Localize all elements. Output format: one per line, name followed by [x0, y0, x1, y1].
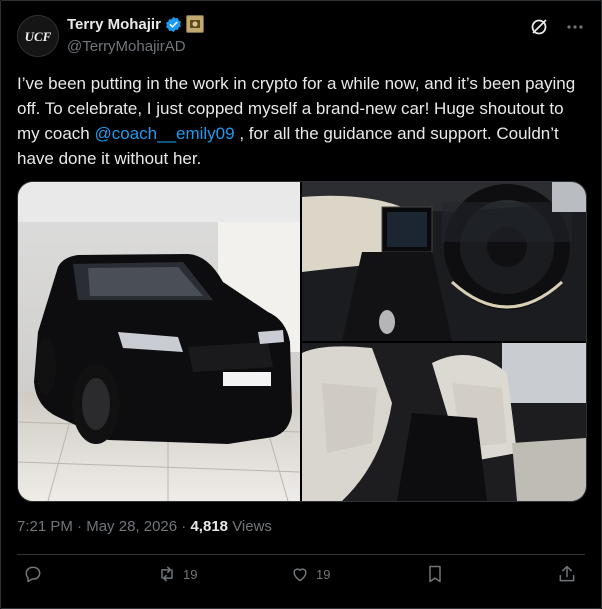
svg-text:UCF: UCF	[25, 29, 52, 44]
author-row: Terry Mohajir	[67, 15, 204, 33]
like-count: 19	[316, 566, 331, 582]
reply-button[interactable]	[23, 564, 49, 584]
retweet-count: 19	[183, 566, 198, 582]
avatar[interactable]: UCF	[17, 15, 59, 57]
verified-badge-icon[interactable]	[165, 16, 182, 33]
tweet-text: I’ve been putting in the work in crypto …	[17, 71, 587, 171]
car-exterior-photo[interactable]	[18, 182, 300, 501]
heart-icon	[293, 568, 307, 582]
share-icon	[559, 565, 575, 582]
more-options-icon[interactable]	[565, 17, 585, 37]
tweet-date[interactable]: May 28, 2026	[86, 518, 177, 535]
divider	[17, 554, 585, 555]
car-interior-dashboard-photo[interactable]	[302, 182, 586, 341]
retweet-icon	[161, 566, 173, 582]
like-button[interactable]: 19	[290, 564, 330, 584]
car-interior-seats-photo[interactable]	[302, 343, 586, 501]
mention-link[interactable]: @coach__emily09	[94, 124, 234, 143]
views-label: Views	[232, 518, 272, 535]
meta-separator: ·	[77, 518, 83, 535]
tweet-time[interactable]: 7:21 PM	[17, 518, 73, 535]
tweet-meta: 7:21 PM · May 28, 2026 · 4,818 Views	[17, 518, 272, 535]
meta-separator: ·	[181, 518, 187, 535]
ucf-logo-icon: UCF	[18, 16, 58, 56]
share-button[interactable]	[557, 564, 577, 584]
top-actions	[529, 17, 585, 37]
reply-icon	[25, 566, 41, 583]
retweet-button[interactable]: 19	[157, 564, 197, 584]
action-bar: 19 19	[17, 564, 585, 592]
author-name[interactable]: Terry Mohajir	[67, 16, 161, 33]
tweet-card: UCF Terry Mohajir @TerryMohajirAD I’ve b…	[0, 0, 602, 609]
views-count: 4,818	[190, 518, 229, 535]
media-grid	[17, 181, 587, 502]
bookmark-button[interactable]	[425, 564, 445, 584]
bookmark-icon	[429, 565, 441, 583]
author-handle[interactable]: @TerryMohajirAD	[67, 38, 186, 55]
grok-icon[interactable]	[529, 17, 549, 37]
affiliation-badge-icon[interactable]	[185, 15, 204, 33]
